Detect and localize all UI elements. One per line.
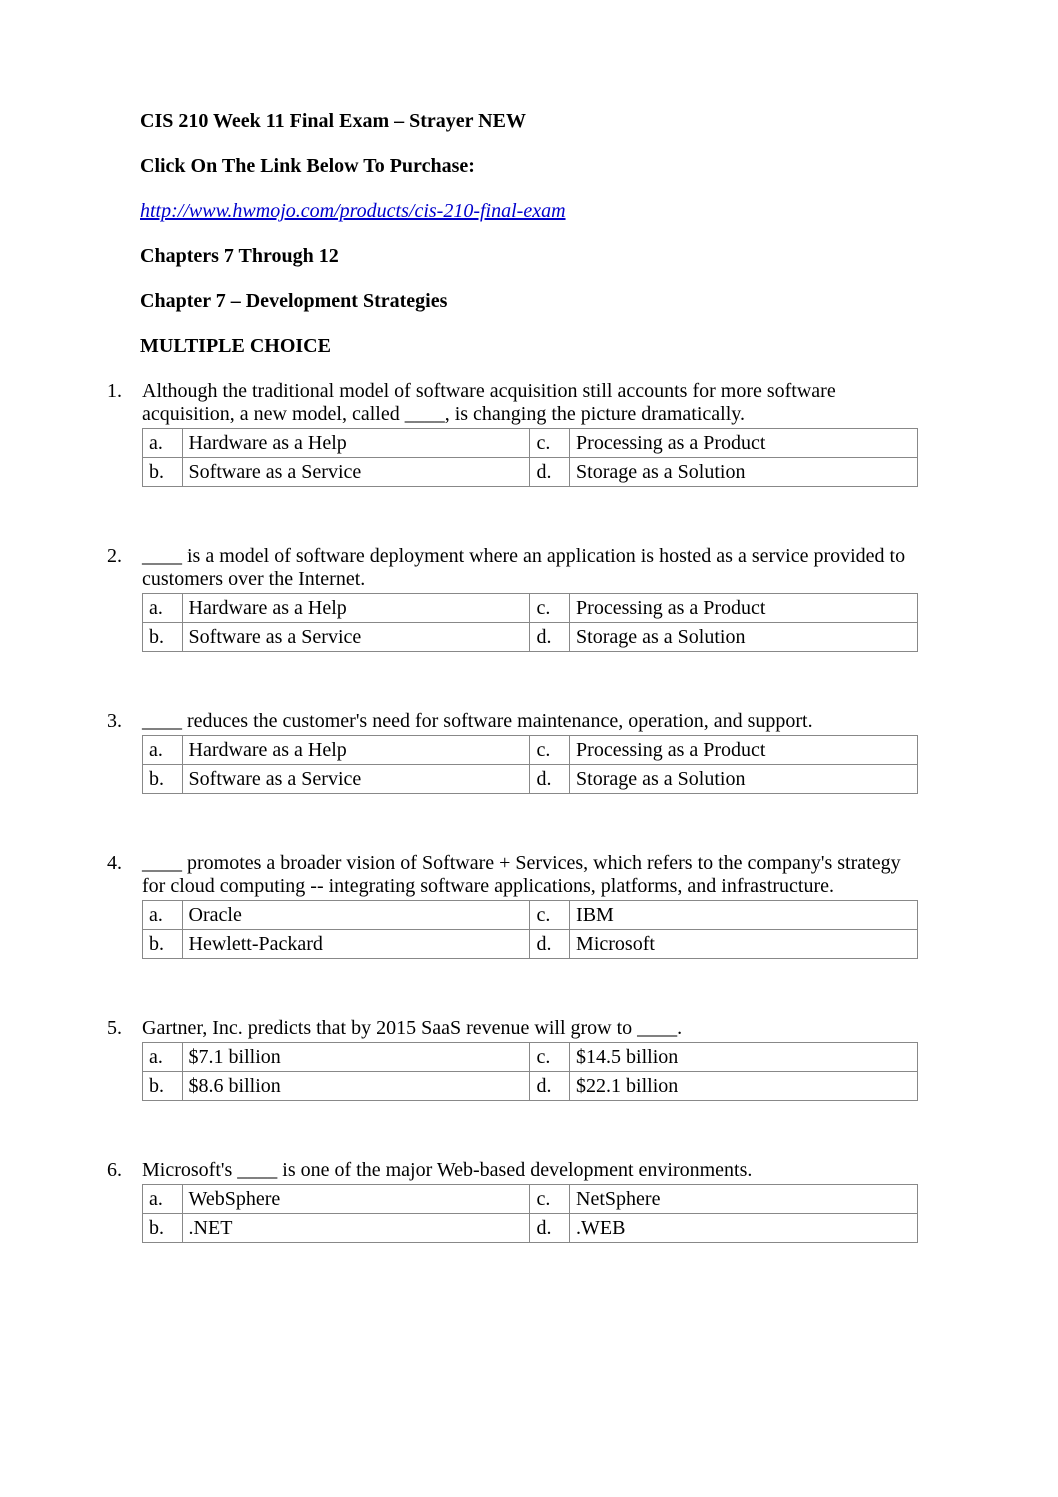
question-body: Although the traditional model of softwa…	[142, 380, 918, 487]
question-body: ____ promotes a broader vision of Softwa…	[142, 852, 918, 959]
option-letter-c: c.	[530, 1043, 570, 1072]
chapters-range: Chapters 7 Through 12	[140, 245, 918, 268]
question-text: ____ promotes a broader vision of Softwa…	[142, 852, 901, 897]
option-letter-c: c.	[530, 594, 570, 623]
option-b: .NET	[182, 1214, 530, 1243]
question-body: Microsoft's ____ is one of the major Web…	[142, 1159, 918, 1243]
option-b: Hewlett-Packard	[182, 930, 530, 959]
purchase-link[interactable]: http://www.hwmojo.com/products/cis-210-f…	[140, 200, 566, 223]
option-a: $7.1 billion	[182, 1043, 530, 1072]
option-letter-c: c.	[530, 429, 570, 458]
option-b: Software as a Service	[182, 458, 530, 487]
question-number: 6.	[105, 1159, 142, 1182]
option-a: Hardware as a Help	[182, 429, 530, 458]
options-table: a. Hardware as a Help c. Processing as a…	[142, 735, 918, 794]
question-6: 6. Microsoft's ____ is one of the major …	[140, 1159, 918, 1243]
option-letter-a: a.	[143, 594, 183, 623]
option-letter-a: a.	[143, 429, 183, 458]
option-a: Hardware as a Help	[182, 594, 530, 623]
question-2: 2. ____ is a model of software deploymen…	[140, 545, 918, 652]
question-number: 2.	[105, 545, 142, 568]
option-letter-b: b.	[143, 1072, 183, 1101]
option-a: Oracle	[182, 901, 530, 930]
options-table: a. Hardware as a Help c. Processing as a…	[142, 428, 918, 487]
option-letter-a: a.	[143, 1043, 183, 1072]
question-4: 4. ____ promotes a broader vision of Sof…	[140, 852, 918, 959]
page-subtitle: Click On The Link Below To Purchase:	[140, 155, 918, 178]
question-number: 4.	[105, 852, 142, 875]
option-c: Processing as a Product	[570, 594, 918, 623]
option-letter-b: b.	[143, 765, 183, 794]
page-title: CIS 210 Week 11 Final Exam – Strayer NEW	[140, 110, 918, 133]
option-letter-d: d.	[530, 623, 570, 652]
option-letter-a: a.	[143, 736, 183, 765]
option-letter-d: d.	[530, 1072, 570, 1101]
question-number: 1.	[105, 380, 142, 403]
option-letter-d: d.	[530, 765, 570, 794]
question-text: Microsoft's ____ is one of the major Web…	[142, 1159, 752, 1181]
option-d: Storage as a Solution	[570, 458, 918, 487]
question-text: Gartner, Inc. predicts that by 2015 SaaS…	[142, 1017, 682, 1039]
option-letter-a: a.	[143, 1185, 183, 1214]
option-letter-c: c.	[530, 736, 570, 765]
option-c: $14.5 billion	[570, 1043, 918, 1072]
multiple-choice-heading: MULTIPLE CHOICE	[140, 335, 918, 358]
option-letter-b: b.	[143, 930, 183, 959]
options-table: a. Oracle c. IBM b. Hewlett-Packard d. M…	[142, 900, 918, 959]
option-d: Storage as a Solution	[570, 765, 918, 794]
option-d: $22.1 billion	[570, 1072, 918, 1101]
option-letter-d: d.	[530, 458, 570, 487]
question-body: Gartner, Inc. predicts that by 2015 SaaS…	[142, 1017, 918, 1101]
option-c: IBM	[570, 901, 918, 930]
options-table: a. $7.1 billion c. $14.5 billion b. $8.6…	[142, 1042, 918, 1101]
question-body: ____ reduces the customer's need for sof…	[142, 710, 918, 794]
option-a: WebSphere	[182, 1185, 530, 1214]
options-table: a. Hardware as a Help c. Processing as a…	[142, 593, 918, 652]
question-text: ____ reduces the customer's need for sof…	[142, 710, 813, 732]
question-number: 5.	[105, 1017, 142, 1040]
question-3: 3. ____ reduces the customer's need for …	[140, 710, 918, 794]
option-b: Software as a Service	[182, 765, 530, 794]
option-d: .WEB	[570, 1214, 918, 1243]
option-c: Processing as a Product	[570, 736, 918, 765]
option-b: $8.6 billion	[182, 1072, 530, 1101]
option-letter-a: a.	[143, 901, 183, 930]
option-letter-d: d.	[530, 930, 570, 959]
option-b: Software as a Service	[182, 623, 530, 652]
question-number: 3.	[105, 710, 142, 733]
option-d: Storage as a Solution	[570, 623, 918, 652]
question-text: ____ is a model of software deployment w…	[142, 545, 905, 590]
chapter-7-heading: Chapter 7 – Development Strategies	[140, 290, 918, 313]
question-1: 1. Although the traditional model of sof…	[140, 380, 918, 487]
question-5: 5. Gartner, Inc. predicts that by 2015 S…	[140, 1017, 918, 1101]
option-letter-b: b.	[143, 623, 183, 652]
question-text: Although the traditional model of softwa…	[142, 380, 836, 425]
option-letter-b: b.	[143, 458, 183, 487]
option-letter-c: c.	[530, 901, 570, 930]
document-page: CIS 210 Week 11 Final Exam – Strayer NEW…	[0, 0, 1058, 1497]
option-letter-b: b.	[143, 1214, 183, 1243]
option-letter-c: c.	[530, 1185, 570, 1214]
option-a: Hardware as a Help	[182, 736, 530, 765]
option-d: Microsoft	[570, 930, 918, 959]
option-c: NetSphere	[570, 1185, 918, 1214]
option-c: Processing as a Product	[570, 429, 918, 458]
options-table: a. WebSphere c. NetSphere b. .NET d. .WE…	[142, 1184, 918, 1243]
option-letter-d: d.	[530, 1214, 570, 1243]
question-body: ____ is a model of software deployment w…	[142, 545, 918, 652]
